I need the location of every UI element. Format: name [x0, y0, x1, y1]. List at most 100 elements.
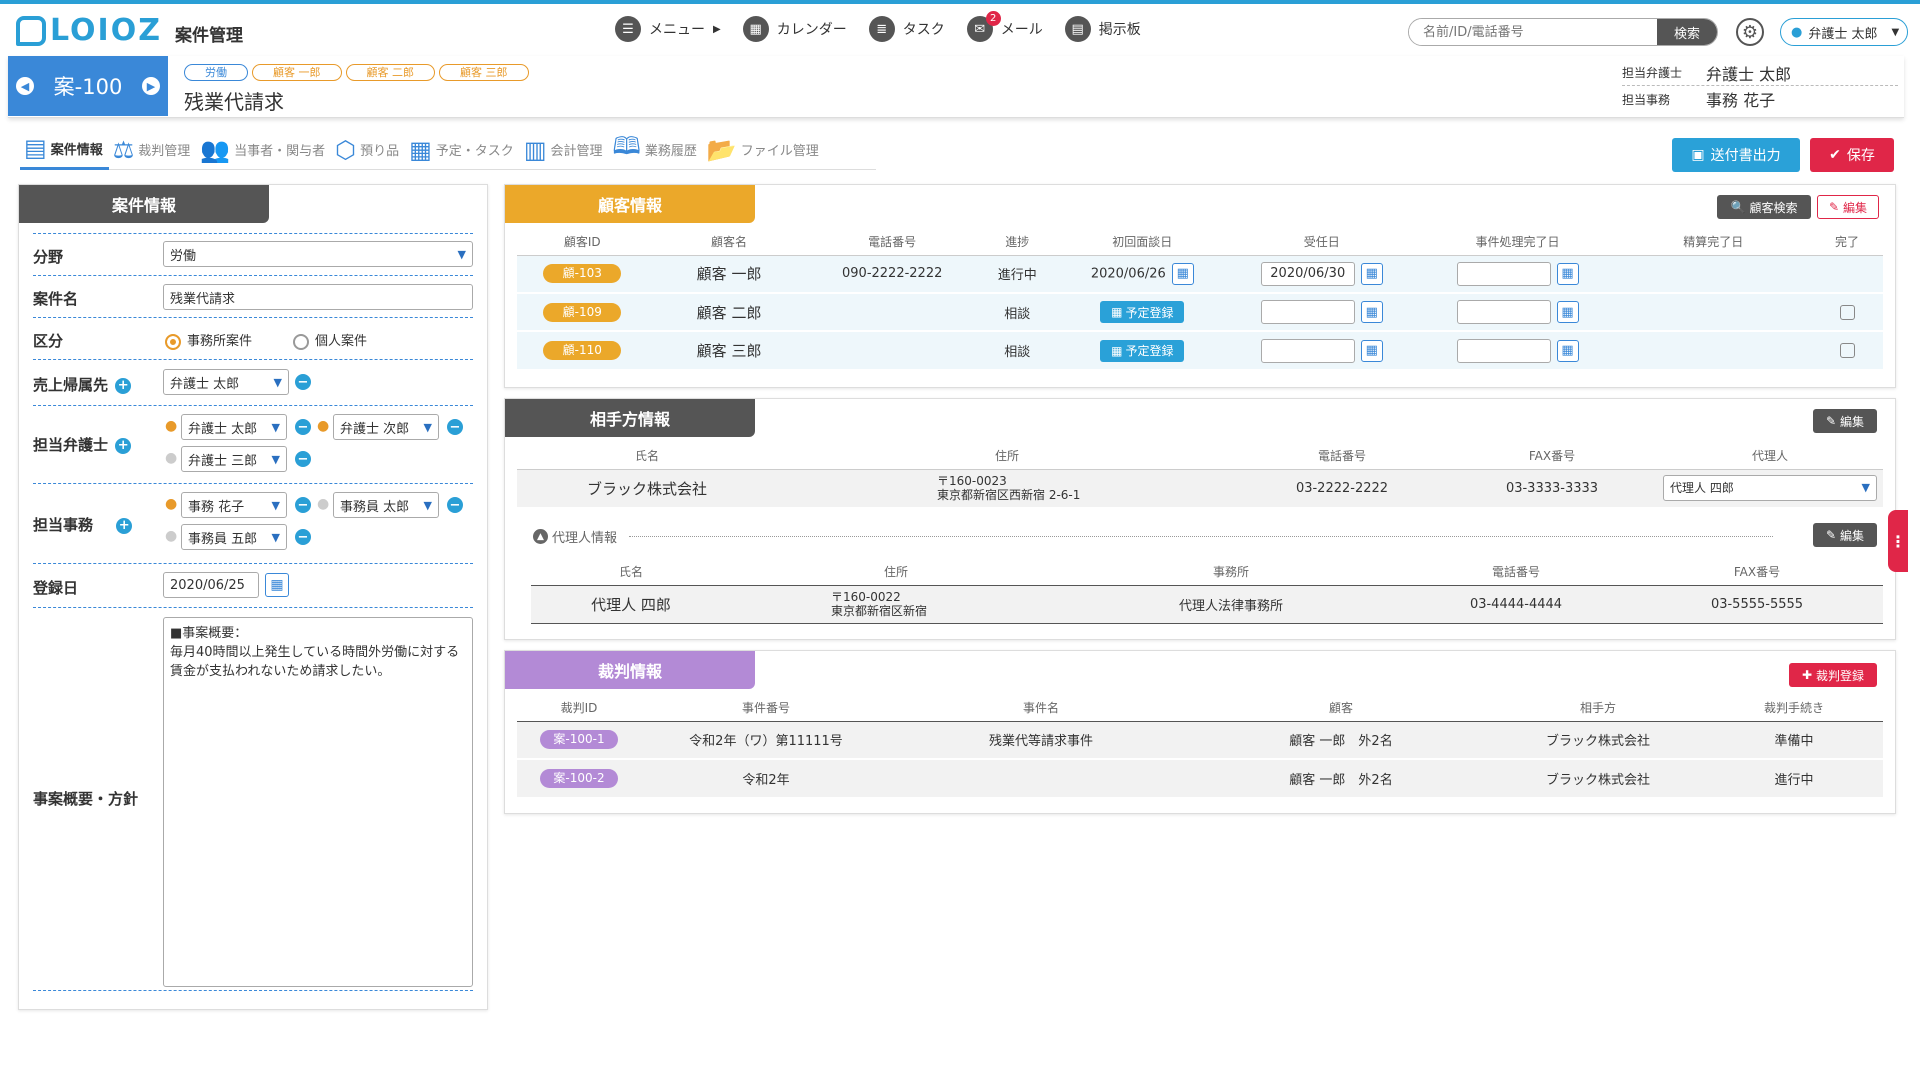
customer-id-pill[interactable]: 顧-110	[543, 341, 622, 360]
accepted-date-input[interactable]	[1260, 338, 1355, 363]
agent-edit-button[interactable]: ✎ 編集	[1813, 523, 1877, 547]
add-icon[interactable]: +	[116, 517, 133, 534]
nav-calendar[interactable]: ▦ カレンダー	[742, 16, 847, 42]
nav-menu[interactable]: ☰ メニュー ▶	[615, 16, 721, 42]
complete-date-input[interactable]	[1456, 300, 1551, 324]
calendar-icon[interactable]: ▦	[1556, 262, 1579, 285]
calendar-icon[interactable]: ▦	[265, 573, 289, 597]
agent-select[interactable]: 代理人 四郎 ▼	[1663, 475, 1877, 502]
agent-phone: 03-4444-4444	[1469, 596, 1563, 612]
done-cell	[1811, 331, 1883, 369]
type-radio-office[interactable]: 事務所案件	[165, 330, 252, 350]
summary-textarea[interactable]: ■事案概要： 毎月40時間以上発生している時間外労働に対する賃金が支払われないた…	[163, 617, 473, 987]
calendar-icon[interactable]: ▦	[1360, 339, 1383, 362]
agent-info-toggle[interactable]: ▲ 代理人情報	[533, 527, 1773, 546]
tab-files[interactable]: 📂 ファイル管理	[703, 130, 825, 170]
nav-task[interactable]: ≣ タスク	[868, 16, 945, 42]
gear-icon[interactable]: ⚙	[1736, 18, 1764, 46]
tab-case-info[interactable]: ▤ 案件情報	[20, 130, 109, 170]
save-button[interactable]: ✔ 保存	[1810, 138, 1894, 172]
col-header: 住所	[883, 565, 908, 580]
table-row[interactable]: 案-100-1 令和2年（ワ）第11111号 残業代等請求事件 顧客 一郎 外2…	[517, 721, 1883, 759]
table-row[interactable]: ブラック株式会社 〒160-0023 東京都新宿区西新宿 2-6-1 03-222…	[517, 469, 1883, 507]
chevron-down-icon: ▼	[423, 420, 432, 434]
done-checkbox[interactable]	[1839, 304, 1855, 320]
trial-id-cell: 案-100-2	[517, 759, 641, 797]
lawyer-select[interactable]: 弁護士 三郎 ▼	[181, 446, 287, 472]
tab-parties[interactable]: 👥 当事者・関与者	[196, 130, 331, 170]
type-radio-personal[interactable]: 個人案件	[293, 330, 367, 350]
prev-case-icon[interactable]: ◀	[16, 77, 34, 95]
app-title: 案件管理	[175, 26, 243, 46]
opponent-edit-button[interactable]: ✎ 編集	[1813, 409, 1877, 433]
tab-trial[interactable]: ⚖ 裁判管理	[109, 130, 197, 170]
table-row[interactable]: 顧-109 顧客 二郎 相談 ▦ 予定登録 ▦ ▦	[517, 293, 1883, 331]
staff-select[interactable]: 事務員 太郎 ▼	[333, 492, 439, 518]
accepted-date-input[interactable]	[1260, 300, 1355, 324]
trial-id-pill[interactable]: 案-100-2	[540, 769, 618, 788]
table-row[interactable]: 案-100-2 令和2年 顧客 一郎 外2名 ブラック株式会社 進行中	[517, 759, 1883, 797]
next-case-icon[interactable]: ▶	[141, 77, 160, 95]
logo[interactable]: LOIOZ	[16, 13, 162, 48]
table-row[interactable]: 代理人 四郎 〒160-0022 東京都新宿区新宿 代理人法律事務所 03-444…	[531, 585, 1883, 623]
sales-value: 弁護士 太郎	[170, 376, 240, 392]
remove-icon[interactable]: −	[295, 451, 311, 467]
tab-accounting[interactable]: ▥ 会計管理	[520, 130, 609, 170]
calendar-icon[interactable]: ▦	[1171, 262, 1194, 285]
remove-icon[interactable]: −	[295, 374, 311, 390]
trial-procedure: 進行中	[1774, 773, 1814, 788]
user-menu-button[interactable]: ● 弁護士 太郎 ▼	[1780, 18, 1908, 46]
staff-select[interactable]: 事務 花子 ▼	[181, 492, 287, 518]
calendar-icon[interactable]: ▦	[1556, 301, 1579, 323]
remove-icon[interactable]: −	[447, 497, 463, 513]
complete-date-input[interactable]	[1456, 338, 1551, 363]
side-menu-tab[interactable]: ⋮	[1888, 510, 1908, 572]
search-input[interactable]	[1409, 19, 1657, 45]
tab-history[interactable]: 🕮 業務履歴	[609, 130, 703, 170]
calendar-icon[interactable]: ▦	[1360, 262, 1383, 285]
complete-date-input[interactable]	[1456, 261, 1551, 286]
case-name-input[interactable]: 残業代請求	[163, 284, 473, 310]
agent-cell: 代理人 四郎 ▼	[1657, 469, 1883, 507]
trial-add-button[interactable]: ✚ 裁判登録	[1789, 663, 1877, 687]
calendar-icon[interactable]: ▦	[1556, 339, 1579, 362]
lawyer-select[interactable]: 弁護士 次郎 ▼	[333, 414, 439, 440]
sales-select[interactable]: 弁護士 太郎 ▼	[163, 369, 289, 395]
customer-id-pill[interactable]: 顧-109	[543, 302, 622, 322]
trial-id-pill[interactable]: 案-100-1	[540, 730, 618, 750]
customer-search-button[interactable]: 🔍 顧客検索	[1717, 195, 1811, 219]
output-button[interactable]: ▣ 送付書出力	[1672, 138, 1800, 172]
opponent-panel: 相手方情報 ✎ 編集 氏名 住所 電話番号 FAX番号 代理人 ブラック株式会社 …	[504, 398, 1896, 640]
remove-icon[interactable]: −	[295, 497, 311, 513]
calendar-icon[interactable]: ▦	[1360, 301, 1383, 323]
add-icon[interactable]: +	[115, 377, 132, 394]
remove-icon[interactable]: −	[447, 419, 463, 435]
type-row: 区分 事務所案件 個人案件	[33, 317, 473, 359]
sales-label: 売上帰属先 +	[33, 374, 132, 395]
remove-icon[interactable]: −	[295, 529, 311, 545]
chevron-down-icon: ▼	[271, 420, 280, 434]
nav-mail[interactable]: ✉ 2 メール	[966, 11, 1043, 42]
case-header: ◀ 案-100 ▶ 労働 顧客 一郎 顧客 二郎 顧客 三郎 残業代請求 担当弁…	[8, 56, 1904, 118]
assignees: 担当弁護士 弁護士 太郎 担当事務 事務 花子	[1622, 60, 1898, 112]
add-icon[interactable]: +	[115, 437, 132, 454]
scales-icon: ⚖	[112, 135, 135, 164]
customer-id-pill[interactable]: 顧-103	[543, 264, 622, 284]
schedule-button[interactable]: ▦ 予定登録	[1100, 301, 1185, 323]
lawyer-select[interactable]: 弁護士 太郎 ▼	[181, 414, 287, 440]
lawyers-label: 担当弁護士 +	[33, 434, 132, 455]
tab-schedule[interactable]: ▦ 予定・タスク	[405, 130, 520, 170]
schedule-button[interactable]: ▦ 予定登録	[1100, 339, 1185, 362]
table-row[interactable]: 顧-103 顧客 一郎 090-2222-2222 進行中 2020/06/26…	[517, 255, 1883, 293]
tab-deposits[interactable]: ⬡ 預り品	[331, 130, 405, 170]
staff-select[interactable]: 事務員 五郎 ▼	[181, 524, 287, 550]
nav-board[interactable]: ▤ 掲示板	[1064, 16, 1141, 42]
remove-icon[interactable]: −	[295, 419, 311, 435]
accepted-date-input[interactable]: 2020/06/30	[1260, 261, 1355, 286]
search-button[interactable]: 検索	[1657, 19, 1717, 45]
done-checkbox[interactable]	[1839, 343, 1855, 358]
field-select[interactable]: 労働 ▼	[163, 241, 473, 267]
customer-edit-button[interactable]: ✎ 編集	[1817, 195, 1879, 219]
date-input[interactable]: 2020/06/25	[163, 572, 259, 598]
table-row[interactable]: 顧-110 顧客 三郎 相談 ▦ 予定登録 ▦ ▦	[517, 331, 1883, 369]
